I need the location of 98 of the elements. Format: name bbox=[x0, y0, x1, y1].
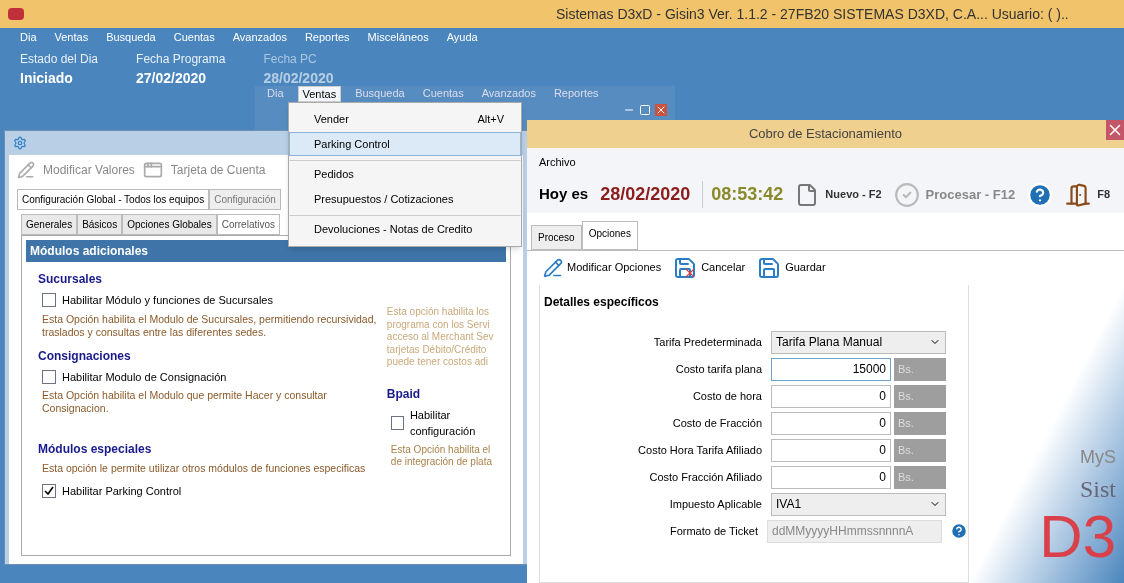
menu-item[interactable]: Ventas bbox=[297, 86, 342, 102]
close-icon[interactable] bbox=[1106, 120, 1124, 140]
field-label: Costo de Fracción bbox=[671, 415, 762, 431]
menu-item[interactable]: Pedidos bbox=[289, 160, 521, 187]
description-text: Esta Opción habilita el Modulo de Sucursales, permitiendo recursividad, traslados y consultas entre las diferentes sedes. bbox=[41, 312, 378, 339]
description-text: Esta Opción habilita el de integración de plata bbox=[389, 443, 493, 469]
logo-text: MyS bbox=[1080, 446, 1116, 469]
cancel-save-icon bbox=[673, 255, 698, 280]
tab[interactable]: Opciones Globales bbox=[122, 214, 217, 235]
description-text: Esta opción le permite utilizar otros módulos de funciones especificas bbox=[41, 461, 367, 475]
check-circle-icon bbox=[893, 181, 920, 208]
tab[interactable]: Opciones bbox=[581, 220, 638, 250]
input-field[interactable]: 0 bbox=[771, 384, 891, 408]
tab[interactable]: Configuración Global - Todos los equipos bbox=[17, 189, 210, 210]
help-icon[interactable] bbox=[950, 522, 968, 540]
tab[interactable]: Configuración bbox=[209, 189, 281, 210]
toolbar-button[interactable]: Guardar bbox=[757, 255, 826, 280]
date-text: 28/02/2020 bbox=[600, 183, 691, 206]
new-button[interactable]: Nuevo - F2 bbox=[795, 182, 882, 207]
maximize-icon[interactable] bbox=[639, 104, 651, 116]
tab[interactable]: Básicos bbox=[77, 214, 123, 235]
currency-label: Bs. bbox=[894, 384, 946, 408]
description-text: Esta opción habilita los programa con los Servi acceso al Merchant Sev tarjetas Débito/Crédito puede tener costos adi bbox=[386, 306, 495, 369]
section-title: Detalles específicos bbox=[543, 293, 660, 311]
menu-item[interactable]: Vender Alt+V bbox=[289, 107, 521, 132]
toolbar-button[interactable]: Modificar Opciones bbox=[543, 257, 662, 278]
status-label: Fecha PC bbox=[263, 51, 318, 68]
field-label: Costo Hora Tarifa Afiliado bbox=[637, 442, 762, 458]
field-label: Costo tarifa plana bbox=[674, 361, 762, 377]
menu-item[interactable]: Busqueda bbox=[106, 28, 156, 46]
checkbox[interactable] bbox=[42, 370, 56, 384]
field-label: Costo Fracción Afiliado bbox=[648, 469, 762, 485]
menu-item[interactable]: Cuentas bbox=[173, 28, 215, 46]
field-label: Impuesto Aplicable bbox=[668, 496, 762, 512]
currency-label: Bs. bbox=[894, 411, 946, 435]
field-label: Costo de hora bbox=[691, 388, 762, 404]
checkbox-label: Habilitar Parking Control bbox=[62, 483, 182, 499]
input-field[interactable]: 0 bbox=[771, 465, 891, 489]
input-field: ddMMyyyyHHmmssnnnnA bbox=[767, 519, 942, 543]
checkbox-label: Habilitar Modulo de Consignación bbox=[62, 369, 227, 385]
status-value: Iniciado bbox=[20, 69, 74, 88]
select-field[interactable]: IVA1 bbox=[771, 492, 946, 516]
input-field[interactable]: 0 bbox=[771, 411, 891, 435]
checkbox-label: Habilitar Módulo y funciones de Sucursales bbox=[62, 293, 273, 308]
menu-item[interactable]: Avanzados bbox=[232, 28, 287, 46]
status-label: Fecha Programa bbox=[136, 51, 226, 68]
tab[interactable]: Generales bbox=[21, 214, 78, 235]
help-icon[interactable] bbox=[1027, 181, 1054, 208]
edit-icon bbox=[17, 161, 35, 179]
tab[interactable]: Proceso bbox=[531, 224, 582, 250]
window-icon bbox=[142, 160, 163, 180]
input-field[interactable]: 15000 bbox=[771, 357, 891, 381]
app-icon bbox=[8, 8, 24, 20]
menu-item[interactable]: Misceláneos bbox=[367, 28, 429, 46]
currency-label: Bs. bbox=[894, 357, 946, 381]
section-title: Sucursales bbox=[38, 271, 104, 288]
section-title: Bpaid bbox=[386, 385, 422, 403]
door-icon bbox=[1065, 181, 1092, 208]
checkbox[interactable] bbox=[42, 293, 56, 308]
window-title: Sistemas D3xD - Gisin3 Ver. 1.1.2 - 27FB20 SISTEMAS D3XD, C.A... Usuario: ( ).. bbox=[556, 4, 1069, 24]
currency-label: Bs. bbox=[894, 438, 946, 462]
section-title: Consignaciones bbox=[38, 347, 132, 365]
checkbox[interactable] bbox=[390, 416, 404, 430]
toolbar-button[interactable]: Modificar Valores bbox=[43, 161, 135, 179]
menu-item[interactable]: Reportes bbox=[304, 28, 350, 46]
window-title: Cobro de Estacionamiento bbox=[748, 125, 903, 144]
save-icon bbox=[757, 255, 782, 280]
logo-text: Sist bbox=[1079, 475, 1116, 504]
tab[interactable]: Correlativos bbox=[216, 214, 280, 235]
time-text: 08:53:42 bbox=[702, 181, 784, 208]
field-label: Tarifa Predeterminada bbox=[652, 334, 762, 350]
toolbar-button[interactable]: Cancelar bbox=[673, 255, 746, 280]
exit-button[interactable]: F8 bbox=[1065, 181, 1111, 208]
checkmark-icon bbox=[44, 485, 54, 496]
menu-item[interactable]: Parking Control bbox=[289, 131, 521, 156]
field-label: Formato de Ticket bbox=[668, 523, 758, 539]
description-text: Esta Opción habilita el Modulo que permite Hacer y consultar Consignacion. bbox=[41, 389, 328, 416]
menu-item[interactable]: Ayuda bbox=[446, 28, 478, 46]
menu-item[interactable]: Ventas bbox=[54, 28, 89, 46]
menu-item[interactable]: Archivo bbox=[539, 156, 576, 168]
settings-icon bbox=[13, 136, 27, 150]
menu-item[interactable]: Devoluciones - Notas de Credito bbox=[289, 215, 521, 242]
select-field[interactable]: Tarifa Plana Manual bbox=[771, 330, 946, 354]
status-value: 27/02/2020 bbox=[136, 69, 208, 88]
checkbox[interactable] bbox=[42, 483, 56, 498]
today-label: Hoy es bbox=[539, 184, 589, 205]
checkbox-label: Habilitar configuración bbox=[409, 407, 477, 439]
logo-text: D3 bbox=[1039, 507, 1116, 567]
input-field[interactable]: 0 bbox=[771, 438, 891, 462]
close-icon[interactable] bbox=[655, 104, 667, 116]
edit-icon bbox=[543, 257, 563, 278]
menu-item[interactable]: Presupuestos / Cotizaciones bbox=[289, 186, 521, 211]
menu-item[interactable]: Dia bbox=[20, 28, 37, 46]
currency-label: Bs. bbox=[894, 465, 946, 489]
status-value: 28/02/2020 bbox=[263, 69, 334, 88]
status-label: Estado del Dia bbox=[20, 51, 99, 68]
section-title: Módulos especiales bbox=[38, 440, 153, 458]
toolbar-button[interactable]: Tarjeta de Cuenta bbox=[170, 161, 266, 179]
